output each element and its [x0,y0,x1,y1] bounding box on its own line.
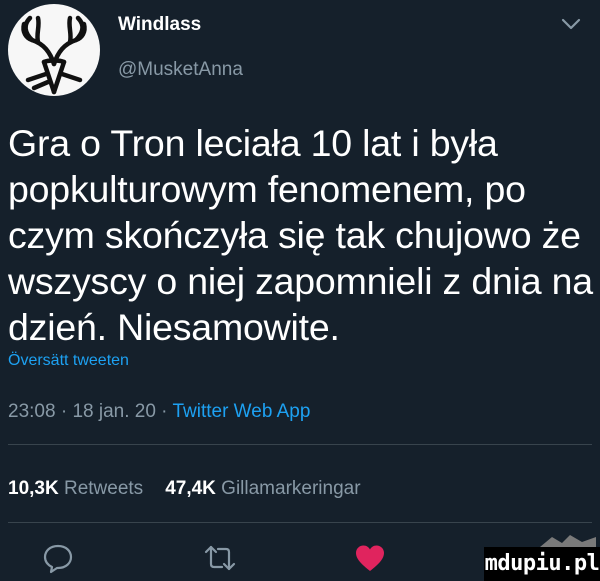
tweet-source-link[interactable]: Twitter Web App [172,401,310,422]
author-display-name[interactable]: Windlass [118,14,201,36]
translate-tweet-link[interactable]: Översätt tweeten [8,352,129,370]
tweet-time[interactable]: 23:08 [8,401,56,422]
reply-button[interactable] [40,542,76,574]
likes-count: 47,4K [165,478,216,499]
divider [8,444,592,445]
tweet-stats: 10,3K Retweets 47,4K Gillamarkeringar [8,478,361,500]
tweet: Windlass @MusketAnna Gra o Tron leciała … [0,0,600,581]
like-button[interactable] [352,542,388,574]
retweets-label: Retweets [63,478,144,499]
tweet-meta: 23:08 · 18 jan. 20 · Twitter Web App [8,401,310,423]
speech-bubble-icon [43,544,73,574]
tweet-text: Gra o Tron leciała 10 lat i była popkult… [8,120,596,350]
retweet-button[interactable] [200,542,240,574]
tweet-text-line: popkulturowym fenomenem, po [8,168,526,210]
tweet-text-line: czym skończyła się tak chujowo że [8,214,581,256]
meta-separator: · [155,401,173,422]
heart-icon [356,545,384,571]
tweet-date[interactable]: 18 jan. 20 [72,401,155,422]
deer-antlers-sketch-icon [21,15,87,95]
retweet-icon [204,545,236,571]
likes-stat[interactable]: 47,4K Gillamarkeringar [165,478,360,499]
divider [8,522,592,523]
author-handle[interactable]: @MusketAnna [118,59,243,81]
tweet-menu-button[interactable] [560,16,582,32]
tweet-text-line: Gra o Tron leciała 10 lat i była [8,122,498,164]
retweets-stat[interactable]: 10,3K Retweets [8,478,143,499]
retweets-count: 10,3K [8,478,59,499]
chevron-down-icon [561,18,581,30]
avatar[interactable] [8,4,100,96]
watermark-ribbon-icon [540,535,596,547]
tweet-text-line: wszyscy o niej zapomnieli z dnia na [8,260,593,302]
watermark: mdupiu.pl [484,547,600,581]
meta-separator: · [55,401,73,422]
likes-label: Gillamarkeringar [221,478,361,499]
tweet-text-line: dzień. Niesamowite. [8,306,340,348]
